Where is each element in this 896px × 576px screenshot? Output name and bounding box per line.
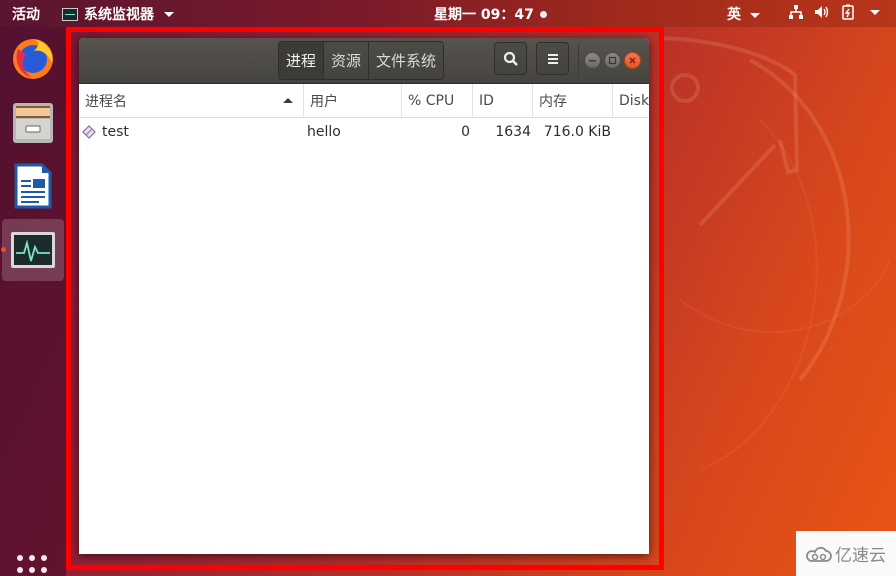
dock	[0, 27, 66, 576]
clock[interactable]: 星期一 09：47	[434, 4, 547, 24]
show-applications-button[interactable]	[17, 555, 47, 576]
id-cell: 1634	[495, 124, 531, 140]
dock-item-files[interactable]	[2, 91, 64, 153]
column-header-disk[interactable]: Disk	[613, 84, 649, 117]
watermark: 亿速云	[796, 531, 896, 576]
system-monitor-icon	[62, 7, 78, 21]
firefox-icon	[13, 39, 53, 79]
close-icon	[629, 57, 636, 64]
dock-item-system-monitor[interactable]	[1, 219, 64, 281]
maximize-icon	[608, 56, 617, 65]
header-separator	[578, 44, 579, 76]
chevron-down-icon	[870, 9, 880, 15]
clock-text: 星期一 09：47	[434, 7, 534, 23]
hamburger-menu-icon	[547, 53, 558, 64]
tab-processes[interactable]: 进程	[279, 42, 325, 79]
column-label: % CPU	[408, 92, 455, 109]
tab-file-systems[interactable]: 文件系统	[369, 42, 444, 79]
header-bar: 进程 资源 文件系统	[79, 38, 649, 84]
app-menu-label: 系统监视器	[84, 7, 154, 23]
column-header-id[interactable]: ID	[473, 84, 533, 117]
cloud-logo-icon	[806, 546, 832, 562]
column-label: 用户	[310, 93, 338, 110]
table-row[interactable]: test hello 0 1634 716.0 KiB	[79, 118, 649, 146]
top-bar: 活动 系统监视器 星期一 09：47 英	[0, 0, 896, 27]
network-icon	[788, 4, 804, 20]
dock-item-writer[interactable]	[2, 155, 64, 217]
watermark-text: 亿速云	[835, 546, 886, 566]
system-tray[interactable]	[788, 4, 880, 20]
volume-icon	[814, 4, 830, 20]
column-header-process-name[interactable]: 进程名	[79, 84, 304, 117]
process-name-cell: test	[102, 124, 129, 140]
memory-cell: 716.0 KiB	[543, 124, 611, 140]
input-method-menu[interactable]: 英	[727, 4, 760, 24]
notification-dot-icon	[539, 10, 547, 18]
chevron-down-icon	[749, 12, 760, 18]
process-icon	[82, 118, 102, 146]
user-cell: hello	[307, 124, 341, 140]
battery-icon	[840, 4, 856, 20]
column-header-cpu[interactable]: % CPU	[402, 84, 473, 117]
system-monitor-icon	[11, 232, 55, 268]
chevron-down-icon	[164, 11, 174, 17]
tab-resources[interactable]: 资源	[324, 42, 370, 79]
column-label: ID	[479, 92, 494, 109]
close-button[interactable]	[624, 52, 641, 69]
app-menu[interactable]: 系统监视器	[62, 4, 174, 24]
writer-document-icon	[14, 163, 52, 209]
system-monitor-window: 进程 资源 文件系统 进程名 用户 % CPU ID 内存 Disk test …	[79, 38, 649, 554]
minimize-icon	[589, 60, 596, 62]
view-switcher: 进程 资源 文件系统	[278, 41, 445, 80]
search-icon	[503, 51, 518, 66]
process-table-header: 进程名 用户 % CPU ID 内存 Disk	[79, 84, 649, 118]
menu-button[interactable]	[536, 42, 569, 75]
file-cabinet-icon	[13, 103, 53, 143]
disk-cell	[613, 118, 649, 146]
cpu-cell: 0	[461, 124, 470, 140]
dock-item-firefox[interactable]	[2, 27, 64, 89]
maximize-button[interactable]	[604, 52, 621, 69]
column-label: 进程名	[85, 93, 127, 110]
sort-ascending-icon	[283, 98, 293, 103]
column-header-user[interactable]: 用户	[304, 84, 402, 117]
input-method-label: 英	[727, 7, 741, 23]
running-indicator	[1, 247, 6, 252]
search-button[interactable]	[494, 42, 527, 75]
column-header-memory[interactable]: 内存	[533, 84, 613, 117]
minimize-button[interactable]	[584, 52, 601, 69]
column-label: 内存	[539, 93, 567, 110]
activities-button[interactable]: 活动	[12, 4, 40, 24]
column-label: Disk	[619, 92, 649, 109]
